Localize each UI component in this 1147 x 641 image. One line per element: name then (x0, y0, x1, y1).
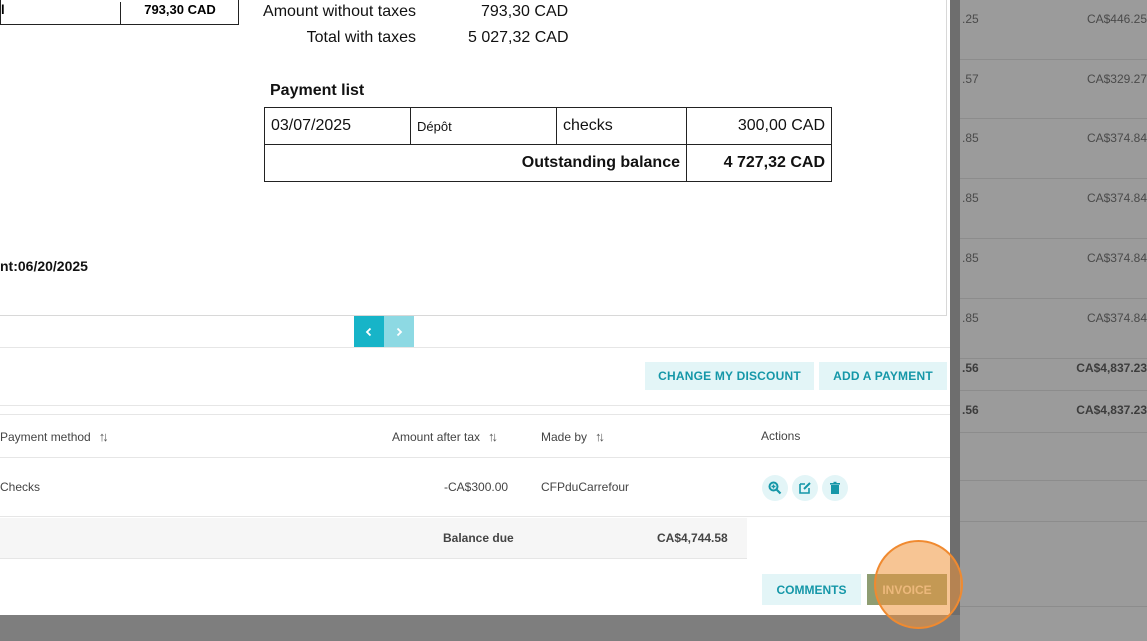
payment-method: checks (556, 107, 687, 145)
header-actions: Actions (761, 429, 801, 443)
header-made-by[interactable]: Made by ↑↓ (541, 429, 605, 444)
total-with-taxes-label: Total with taxes (306, 29, 416, 46)
previous-page-button[interactable] (354, 316, 384, 347)
outstanding-label: Outstanding balance (264, 144, 687, 182)
comments-button[interactable]: COMMENTS (762, 574, 861, 605)
bg-row: .25 CA$446.25 (950, 0, 1147, 60)
edit-icon (799, 482, 811, 494)
payment-type: Dépôt (410, 107, 557, 145)
zoom-in-icon (768, 481, 782, 495)
add-payment-button[interactable]: ADD A PAYMENT (819, 362, 947, 390)
document-date: nt:06/20/2025 (0, 258, 88, 274)
view-payment-button[interactable] (762, 475, 788, 501)
next-page-button[interactable] (384, 316, 414, 347)
payment-list-title: Payment list (270, 82, 365, 99)
edit-payment-button[interactable] (792, 475, 818, 501)
change-discount-button[interactable]: CHANGE MY DISCOUNT (645, 362, 814, 390)
row-payment-method: Checks (0, 480, 41, 494)
amount-without-taxes-label: Amount without taxes (263, 3, 416, 20)
payment-list-table: 03/07/2025 Dépôt checks 300,00 CAD Outst… (264, 107, 832, 182)
payment-date: 03/07/2025 (264, 107, 411, 145)
total-label: l (1, 2, 121, 24)
bg-row: .57 CA$329.27 (950, 59, 1147, 119)
modal-edge (950, 0, 960, 641)
amount-without-taxes-row: Amount without taxes (116, 3, 416, 21)
trash-icon (830, 481, 840, 494)
delete-payment-button[interactable] (822, 475, 848, 501)
bg-row (950, 565, 1147, 607)
bg-row: .56 CA$4,837.23 (950, 391, 1147, 433)
table-row: Checks -CA$300.00 CFPduCarrefour (0, 459, 950, 517)
total-with-taxes-row: Total with taxes (116, 29, 416, 47)
balance-due-row: Balance due CA$4,744.58 (0, 518, 747, 559)
sort-icon: ↑↓ (98, 429, 109, 444)
chevron-right-icon (396, 327, 403, 336)
amount-without-taxes-value: 793,30 CAD (481, 3, 569, 20)
header-amount-after-tax[interactable]: Amount after tax ↑↓ (392, 429, 498, 444)
invoice-modal: l 793,30 CAD Amount without taxes 793,30… (0, 0, 950, 615)
outstanding-row: Outstanding balance 4 727,32 CAD (264, 144, 832, 182)
payment-amount: 300,00 CAD (686, 107, 832, 145)
outstanding-value: 4 727,32 CAD (686, 144, 832, 182)
row-made-by: CFPduCarrefour (541, 480, 630, 494)
balance-due-label: Balance due (443, 531, 514, 545)
bg-row: .85 CA$374.84 (950, 239, 1147, 299)
sort-icon: ↑↓ (595, 429, 605, 444)
modal-bottom-edge (0, 615, 960, 641)
divider (0, 405, 950, 406)
header-payment-method[interactable]: Payment method ↑↓ (0, 429, 109, 444)
invoice-preview: l 793,30 CAD Amount without taxes 793,30… (0, 0, 947, 316)
bg-row (950, 480, 1147, 522)
balance-due-value: CA$4,744.58 (657, 531, 728, 545)
payments-table-header: Payment method ↑↓ Amount after tax ↑↓ Ma… (0, 414, 950, 458)
bg-row: .56 CA$4,837.23 (950, 349, 1147, 391)
bg-row: .85 CA$374.84 (950, 179, 1147, 239)
invoice-button[interactable]: INVOICE (867, 574, 947, 605)
sort-icon: ↑↓ (488, 429, 498, 444)
background-page: .25 CA$446.25 .57 CA$329.27 .85 CA$374.84 .… (950, 0, 1147, 641)
preview-pager (354, 316, 414, 347)
bg-row: .85 CA$374.84 (950, 119, 1147, 179)
payment-list-row: 03/07/2025 Dépôt checks 300,00 CAD (264, 107, 832, 145)
chevron-left-icon (365, 327, 372, 336)
total-with-taxes-value: 5 027,32 CAD (468, 29, 569, 46)
divider (0, 347, 950, 348)
row-amount: -CA$300.00 (444, 480, 509, 494)
